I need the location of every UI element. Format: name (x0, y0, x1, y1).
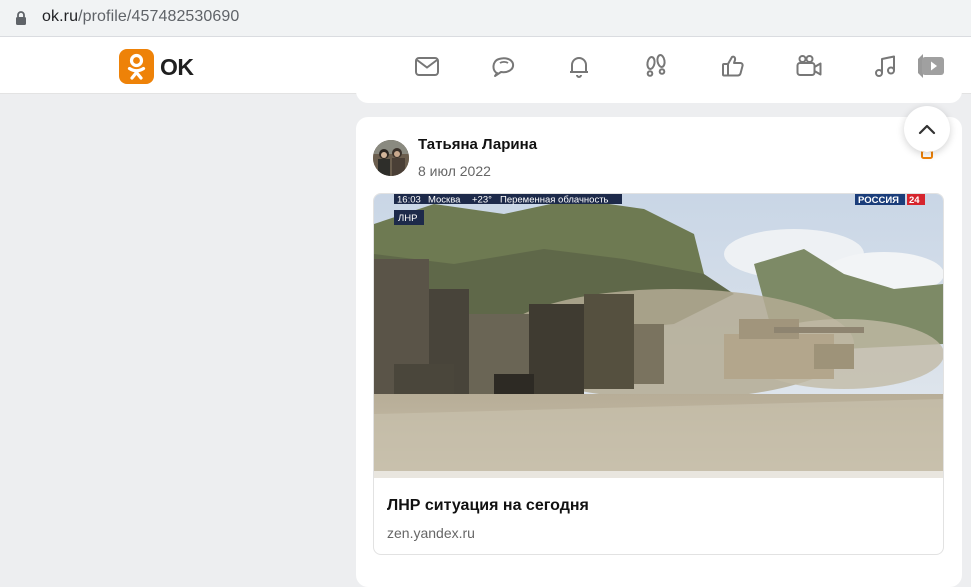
region-tag: ЛНР (398, 213, 417, 224)
messages-icon[interactable] (413, 52, 441, 80)
ok-logo-icon[interactable] (119, 49, 154, 84)
scroll-to-top-button[interactable] (904, 106, 950, 152)
previous-post-card (356, 86, 962, 103)
browser-address-bar[interactable]: ok.ru/profile/457482530690 (0, 0, 971, 37)
ticker-city: Москва (428, 195, 461, 206)
video-icon[interactable] (916, 52, 944, 80)
discussions-icon[interactable] (489, 52, 517, 80)
link-domain[interactable]: zen.yandex.ru (387, 524, 475, 542)
url-text[interactable]: ok.ru/profile/457482530690 (42, 7, 239, 27)
link-preview-card[interactable]: 16:03 Москва +23° Переменная облачность … (373, 193, 944, 555)
notifications-icon[interactable] (565, 52, 593, 80)
video-calls-icon[interactable] (795, 52, 823, 80)
author-avatar[interactable] (373, 140, 409, 176)
logo-text[interactable]: OK (160, 53, 194, 81)
channel-name: РОССИЯ (858, 195, 899, 206)
author-name[interactable]: Татьяна Ларина (418, 136, 537, 154)
guests-icon[interactable] (642, 52, 670, 80)
ticker-weather: Переменная облачность (500, 195, 609, 206)
music-icon[interactable] (872, 52, 900, 80)
post-card: Татьяна Ларина 8 июл 2022 16:03 Москва +… (356, 117, 962, 587)
ticker-temp: +23° (472, 195, 492, 206)
chevron-up-icon (918, 124, 936, 135)
events-icon[interactable] (719, 52, 747, 80)
link-title[interactable]: ЛНР ситуация на сегодня (387, 496, 589, 516)
url-path: /profile/457482530690 (78, 8, 240, 25)
channel-number: 24 (909, 195, 920, 206)
link-thumbnail[interactable]: 16:03 Москва +23° Переменная облачность … (374, 194, 943, 478)
lock-icon[interactable] (14, 10, 28, 26)
url-host: ok.ru (42, 8, 79, 25)
ticker-time: 16:03 (397, 195, 421, 206)
post-date[interactable]: 8 июл 2022 (418, 162, 491, 180)
